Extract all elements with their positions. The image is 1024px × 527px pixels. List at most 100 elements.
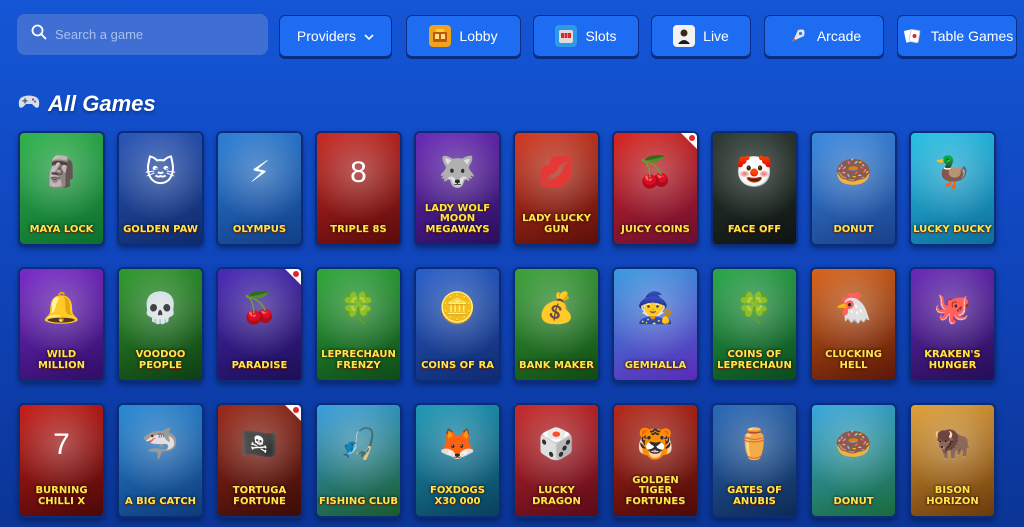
game-tile[interactable]: 🐱 Golden Paw bbox=[117, 131, 204, 246]
game-tile[interactable]: 🔔 Wild Million bbox=[18, 267, 105, 382]
game-tile[interactable]: 🤡 Face Off bbox=[711, 131, 798, 246]
game-tile[interactable]: 8 Triple 8s bbox=[315, 131, 402, 246]
game-title: Juicy Coins bbox=[621, 223, 690, 235]
search-input[interactable] bbox=[55, 27, 235, 42]
game-artwork: 🍩 bbox=[834, 155, 873, 189]
game-tile[interactable]: 🐯 Golden Tiger Fortunes bbox=[612, 403, 699, 518]
game-title: Golden Tiger Fortunes bbox=[625, 474, 686, 507]
game-title: A Big Catch bbox=[124, 495, 197, 507]
game-artwork: ⚡ bbox=[248, 155, 271, 189]
game-title: Fishing Club bbox=[319, 495, 398, 507]
game-title: Leprechaun Frenzy bbox=[321, 349, 396, 371]
game-artwork: 🦆 bbox=[933, 155, 972, 189]
lobby-label: Lobby bbox=[459, 28, 498, 44]
game-tile[interactable]: 🦈 A Big Catch bbox=[117, 403, 204, 518]
gamepad-icon bbox=[18, 94, 40, 115]
game-title: Donut bbox=[833, 223, 874, 235]
lobby-button[interactable]: Lobby bbox=[406, 15, 521, 57]
game-artwork: 🪙 bbox=[438, 291, 477, 325]
game-tile[interactable]: 🍩 Donut bbox=[810, 403, 897, 518]
providers-label: Providers bbox=[296, 28, 357, 44]
slots-button[interactable]: Slots bbox=[533, 15, 639, 57]
game-title: Olympus bbox=[232, 223, 287, 235]
search-icon bbox=[31, 24, 47, 45]
table-games-label: Table Games bbox=[930, 28, 1014, 44]
game-title: Kraken's Hunger bbox=[924, 349, 981, 371]
game-artwork: 💋 bbox=[537, 155, 576, 189]
section-heading: All Games bbox=[18, 91, 156, 117]
game-tile[interactable]: 🍩 Donut bbox=[810, 131, 897, 246]
game-title: Foxdogs x30 000 bbox=[430, 485, 485, 507]
game-artwork: 🐺 bbox=[438, 155, 477, 189]
game-tile[interactable]: 7 Burning Chilli X bbox=[18, 403, 105, 518]
game-artwork: 🎣 bbox=[339, 427, 378, 461]
game-artwork: 🐙 bbox=[933, 291, 972, 325]
game-artwork: 🍀 bbox=[339, 291, 378, 325]
game-title: Wild Million bbox=[37, 349, 85, 371]
game-tile[interactable]: 🍒 Paradise bbox=[216, 267, 303, 382]
game-artwork: 🐔 bbox=[834, 291, 873, 325]
arcade-button[interactable]: Arcade bbox=[764, 15, 884, 57]
game-title: Burning Chilli X bbox=[35, 485, 88, 507]
live-label: Live bbox=[703, 28, 729, 44]
page-title: All Games bbox=[48, 91, 156, 116]
game-artwork: 🗿 bbox=[42, 155, 81, 189]
top-bar: Providers Lobby Slots Live Arcade Table … bbox=[17, 14, 1024, 58]
game-artwork: 🤡 bbox=[735, 155, 774, 189]
game-artwork: 8 bbox=[350, 155, 367, 189]
game-tile[interactable]: 💀 Voodoo People bbox=[117, 267, 204, 382]
game-tile[interactable]: 🦊 Foxdogs x30 000 bbox=[414, 403, 501, 518]
search-box[interactable] bbox=[17, 14, 268, 55]
game-tile[interactable]: ⚡ Olympus bbox=[216, 131, 303, 246]
game-artwork: 🍀 bbox=[735, 291, 774, 325]
game-tile[interactable]: 🪙 Coins of Ra bbox=[414, 267, 501, 382]
slot-machine-icon bbox=[555, 25, 578, 47]
game-title: Paradise bbox=[231, 359, 288, 371]
game-title: Bank Maker bbox=[519, 359, 594, 371]
game-artwork: ⚱️ bbox=[735, 427, 774, 461]
game-tile[interactable]: 🍀 Leprechaun Frenzy bbox=[315, 267, 402, 382]
game-tile[interactable]: 🐔 Clucking Hell bbox=[810, 267, 897, 382]
game-title: Voodoo People bbox=[135, 349, 186, 371]
game-tile[interactable]: 🐙 Kraken's Hunger bbox=[909, 267, 996, 382]
game-tile[interactable]: 🍒 Juicy Coins bbox=[612, 131, 699, 246]
game-title: Face Off bbox=[727, 223, 782, 235]
live-button[interactable]: Live bbox=[651, 15, 751, 57]
game-artwork: 🦬 bbox=[933, 427, 972, 461]
table-games-button[interactable]: Table Games bbox=[897, 15, 1017, 57]
game-artwork: 7 bbox=[53, 427, 70, 461]
lobby-icon bbox=[429, 25, 452, 47]
game-tile[interactable]: 💋 Lady Lucky Gun bbox=[513, 131, 600, 246]
game-grid: 🗿 Maya Lock 🐱 Golden Paw ⚡ Olympus 8 Triple 8s 🐺… bbox=[18, 131, 996, 518]
live-dealer-icon bbox=[673, 25, 696, 47]
game-tile[interactable]: 🎲 Lucky Dragon bbox=[513, 403, 600, 518]
game-title: Bison Horizon bbox=[926, 485, 979, 507]
game-title: Coins of Leprechaun bbox=[717, 349, 792, 371]
game-title: Lucky Ducky bbox=[913, 223, 992, 235]
game-tile[interactable]: 🐺 Lady Wolf Moon Megaways bbox=[414, 131, 501, 246]
game-tile[interactable]: 🦬 Bison Horizon bbox=[909, 403, 996, 518]
providers-dropdown[interactable]: Providers bbox=[279, 15, 392, 57]
game-title: Clucking Hell bbox=[825, 349, 882, 371]
game-tile[interactable]: 💰 Bank Maker bbox=[513, 267, 600, 382]
game-artwork: 🧙 bbox=[636, 291, 675, 325]
game-tile[interactable]: 🧙 Gemhalla bbox=[612, 267, 699, 382]
game-artwork: 🎲 bbox=[537, 427, 576, 461]
game-title: Triple 8s bbox=[330, 223, 387, 235]
game-artwork: 🐱 bbox=[144, 155, 177, 189]
game-title: Gemhalla bbox=[624, 359, 687, 371]
game-title: Coins of Ra bbox=[421, 359, 494, 371]
game-tile[interactable]: 🦆 Lucky Ducky bbox=[909, 131, 996, 246]
arcade-label: Arcade bbox=[816, 28, 862, 44]
game-title: Lucky Dragon bbox=[532, 485, 581, 507]
slots-label: Slots bbox=[585, 28, 617, 44]
game-title: Gates of Anubis bbox=[727, 485, 782, 507]
game-tile[interactable]: 🏴‍☠️ Tortuga Fortune bbox=[216, 403, 303, 518]
game-artwork: 🍒 bbox=[636, 155, 675, 189]
game-artwork: 💀 bbox=[141, 291, 180, 325]
game-title: Golden Paw bbox=[123, 223, 198, 235]
game-tile[interactable]: 🗿 Maya Lock bbox=[18, 131, 105, 246]
game-tile[interactable]: ⚱️ Gates of Anubis bbox=[711, 403, 798, 518]
game-tile[interactable]: 🎣 Fishing Club bbox=[315, 403, 402, 518]
game-tile[interactable]: 🍀 Coins of Leprechaun bbox=[711, 267, 798, 382]
